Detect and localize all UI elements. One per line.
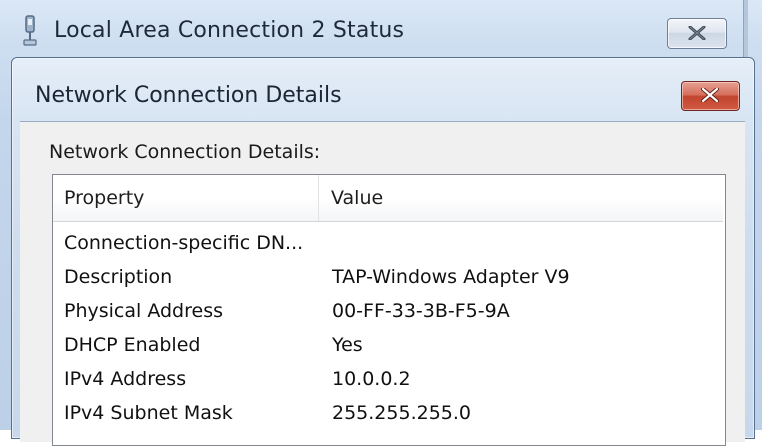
row-value: 255.255.255.0: [332, 402, 472, 424]
close-icon: [701, 88, 719, 102]
table-row[interactable]: IPv4 Subnet Mask 255.255.255.0: [53, 396, 723, 430]
row-value: Yes: [332, 334, 363, 356]
row-property: IPv4 Address: [64, 368, 187, 390]
row-value: 00-FF-33-3B-F5-9A: [332, 300, 510, 322]
dialog-close-button[interactable]: [681, 81, 740, 111]
background-window-title: Local Area Connection 2 Status: [54, 18, 405, 43]
dialog-client-area: Network Connection Details: Property Val…: [20, 121, 745, 446]
row-property: DHCP Enabled: [64, 334, 201, 356]
table-row[interactable]: IPv4 Address 10.0.0.2: [53, 362, 723, 396]
row-value: 10.0.0.2: [332, 368, 411, 390]
column-header-value[interactable]: Value: [319, 175, 719, 221]
close-icon: [688, 26, 706, 40]
network-connection-details-dialog: Network Connection Details Network Conne…: [11, 57, 755, 446]
row-property: IPv4 Subnet Mask: [64, 402, 233, 424]
table-row[interactable]: Connection-specific DN...: [53, 226, 723, 260]
details-list-view[interactable]: Property Value Connection-specific DN...…: [52, 174, 726, 446]
network-plug-icon: [23, 15, 37, 46]
table-row[interactable]: DHCP Enabled Yes: [53, 328, 723, 362]
dialog-title: Network Connection Details: [35, 83, 342, 108]
row-property: Connection-specific DN...: [64, 232, 304, 254]
background-close-button[interactable]: [667, 18, 727, 49]
row-value: TAP-Windows Adapter V9: [332, 266, 570, 288]
table-row[interactable]: Physical Address 00-FF-33-3B-F5-9A: [53, 294, 723, 328]
table-row[interactable]: Description TAP-Windows Adapter V9: [53, 260, 723, 294]
list-header: Property Value: [53, 175, 723, 222]
column-header-property[interactable]: Property: [53, 175, 319, 221]
row-property: Description: [64, 266, 173, 288]
row-property: Physical Address: [64, 300, 223, 322]
details-label: Network Connection Details:: [49, 141, 321, 163]
